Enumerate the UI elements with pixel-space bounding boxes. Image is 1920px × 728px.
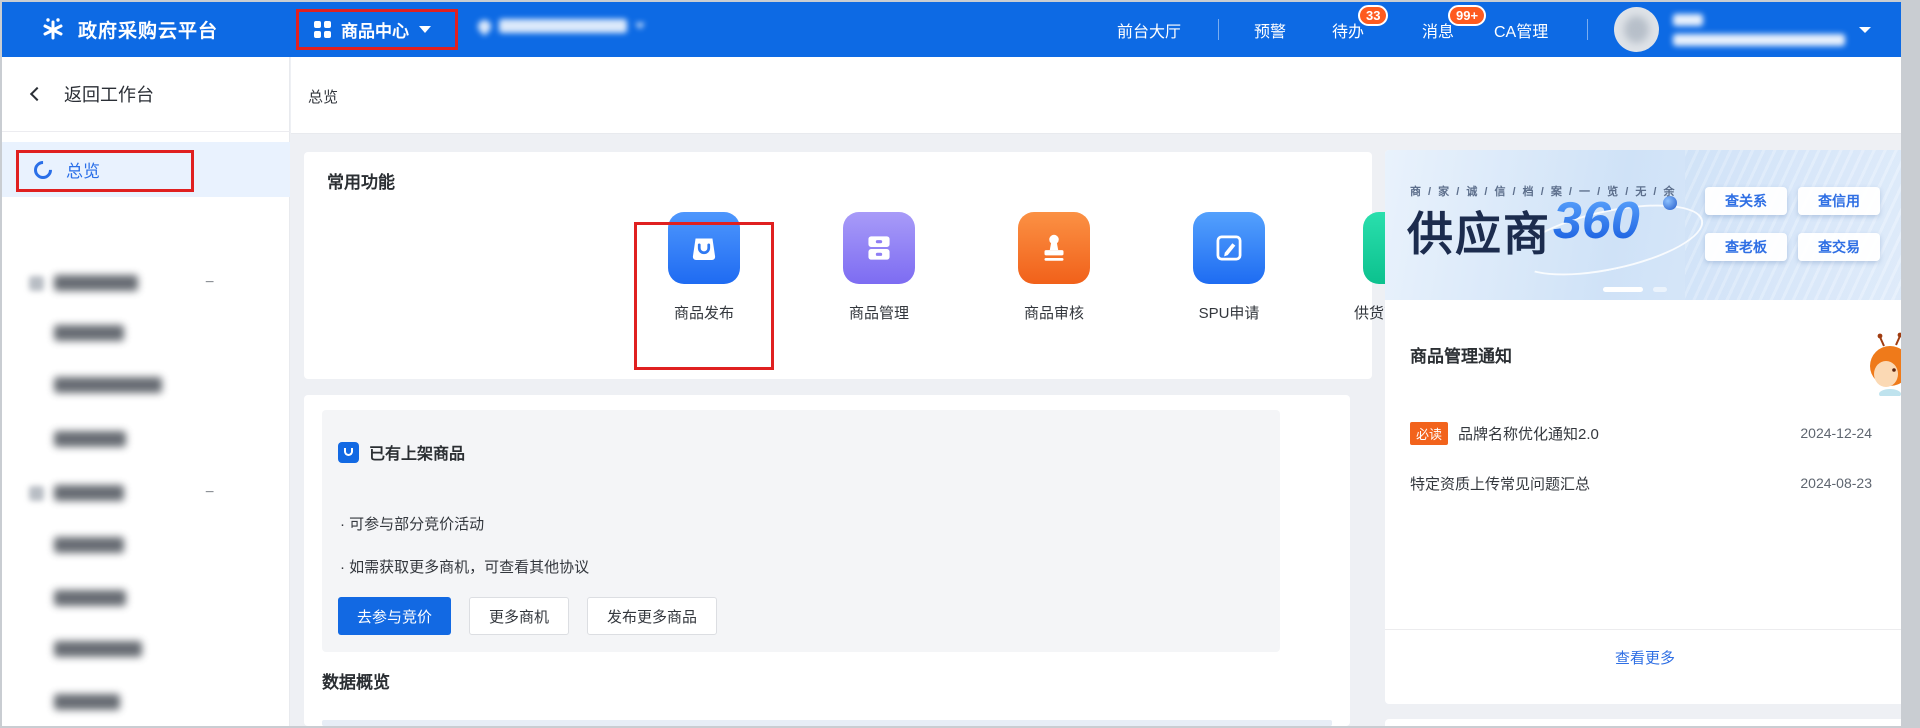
divider bbox=[2, 131, 290, 132]
nav-front-hall[interactable]: 前台大厅 bbox=[1117, 2, 1181, 57]
next-card-peek bbox=[1385, 719, 1901, 726]
todo-count-badge: 33 bbox=[1358, 5, 1388, 26]
location-pin-icon bbox=[475, 17, 493, 35]
brand-title: 政府采购云平台 bbox=[78, 16, 218, 43]
more-opportunities-button[interactable]: 更多商机 bbox=[469, 597, 569, 635]
tile-product-review[interactable]: 商品审核 bbox=[979, 212, 1129, 323]
breadcrumb: 总览 bbox=[308, 86, 338, 107]
chevron-left-icon bbox=[30, 87, 44, 101]
zcy-logo-icon bbox=[40, 17, 66, 43]
tile-product-publish[interactable]: 商品发布 bbox=[629, 212, 779, 323]
sidebar-item-redacted[interactable] bbox=[2, 374, 290, 396]
carousel-dot-active[interactable] bbox=[1603, 287, 1643, 292]
banner-headline: 供应商360 bbox=[1407, 198, 1640, 264]
sidebar-item-label: 总览 bbox=[66, 157, 100, 182]
notice-item[interactable]: 必读 品牌名称优化通知2.0 2024-12-24 bbox=[1410, 421, 1872, 445]
stamp-icon bbox=[1035, 229, 1073, 267]
bag-icon bbox=[338, 442, 359, 463]
sidebar-item-redacted[interactable] bbox=[2, 691, 290, 713]
publish-more-products-button[interactable]: 发布更多商品 bbox=[587, 597, 717, 635]
sidebar-item-redacted[interactable] bbox=[2, 638, 290, 660]
user-menu[interactable] bbox=[1614, 7, 1871, 52]
sidebar-item-redacted[interactable] bbox=[2, 428, 290, 450]
panel-bullet: · 可参与部分竞价活动 bbox=[340, 513, 484, 534]
panel-title: 已有上架商品 bbox=[369, 440, 465, 464]
pencil-icon bbox=[1210, 229, 1248, 267]
sidebar-item-redacted[interactable] bbox=[2, 587, 290, 609]
sidebar-item-redacted[interactable] bbox=[2, 322, 290, 344]
mascot-icon bbox=[1870, 332, 1901, 396]
messages-count-badge: 99+ bbox=[1448, 5, 1486, 26]
chevron-down-icon bbox=[635, 23, 645, 29]
bag-icon bbox=[685, 229, 723, 267]
app-switcher-label: 商品中心 bbox=[341, 17, 409, 42]
breadcrumb-bar: 总览 bbox=[291, 57, 1901, 134]
overview-card: 已有上架商品 · 可参与部分竞价活动 · 如需获取更多商机，可查看其他协议 去参… bbox=[304, 395, 1350, 726]
notice-item[interactable]: 特定资质上传常见问题汇总 2024-08-23 bbox=[1410, 471, 1872, 495]
chart-area-peek bbox=[322, 720, 1332, 726]
panel-bullet: · 如需获取更多商机，可查看其他协议 bbox=[340, 556, 589, 577]
sidebar-group-redacted[interactable]: − bbox=[2, 482, 290, 504]
chevron-down-icon bbox=[419, 26, 431, 33]
quick-functions-card: 常用功能 商品发布 bbox=[304, 152, 1372, 379]
check-transactions-button[interactable]: 查交易 bbox=[1798, 233, 1880, 261]
tile-spu-apply[interactable]: SPU申请 bbox=[1154, 212, 1304, 323]
divider bbox=[1385, 629, 1901, 630]
see-more-link[interactable]: 查看更多 bbox=[1385, 647, 1901, 668]
back-to-workbench[interactable]: 返回工作台 bbox=[2, 73, 290, 115]
join-bidding-button[interactable]: 去参与竞价 bbox=[338, 597, 451, 635]
supplier-360-banner[interactable]: 商 / 家 / 诚 / 信 / 档 / 案 / 一 / 览 / 无 / 余 供应… bbox=[1385, 150, 1901, 300]
nav-warning[interactable]: 预警 bbox=[1254, 2, 1286, 57]
notices-title: 商品管理通知 bbox=[1410, 342, 1512, 367]
tile-product-management[interactable]: 商品管理 bbox=[804, 212, 954, 323]
avatar bbox=[1614, 7, 1659, 52]
app-switcher-product-center[interactable]: 商品中心 bbox=[296, 9, 458, 50]
nav-ca-management[interactable]: CA管理 bbox=[1494, 2, 1548, 57]
sidebar-item-overview[interactable]: 总览 bbox=[2, 142, 290, 197]
nav-divider bbox=[1218, 19, 1219, 40]
drawers-icon bbox=[860, 229, 898, 267]
notice-date: 2024-08-23 bbox=[1800, 475, 1872, 491]
back-label: 返回工作台 bbox=[64, 81, 154, 107]
carousel-dot[interactable] bbox=[1653, 287, 1667, 292]
check-credit-button[interactable]: 查信用 bbox=[1798, 187, 1880, 215]
check-boss-button[interactable]: 查老板 bbox=[1705, 233, 1787, 261]
sidebar-group-redacted[interactable]: − bbox=[2, 272, 290, 294]
region-selector-redacted[interactable] bbox=[478, 19, 645, 33]
data-overview-title: 数据概览 bbox=[322, 668, 390, 693]
sidebar-item-redacted[interactable] bbox=[2, 534, 290, 556]
check-relations-button[interactable]: 查关系 bbox=[1705, 187, 1787, 215]
section-title: 常用功能 bbox=[327, 168, 395, 193]
brand: 政府采购云平台 bbox=[40, 2, 218, 57]
username-redacted bbox=[1673, 14, 1845, 46]
grid-apps-icon bbox=[314, 21, 331, 38]
chevron-down-icon bbox=[1859, 27, 1871, 33]
notice-date: 2024-12-24 bbox=[1800, 425, 1872, 441]
globe-icon bbox=[1663, 196, 1677, 210]
nav-divider bbox=[1587, 19, 1588, 40]
listed-products-panel: 已有上架商品 · 可参与部分竞价活动 · 如需获取更多商机，可查看其他协议 去参… bbox=[322, 410, 1280, 652]
app-window: 政府采购云平台 商品中心 前台大厅 预警 待办 33 消息 99+ CA管理 bbox=[2, 2, 1901, 726]
overview-icon bbox=[30, 157, 55, 182]
redacted-text bbox=[499, 19, 627, 33]
top-header: 政府采购云平台 商品中心 前台大厅 预警 待办 33 消息 99+ CA管理 bbox=[2, 2, 1901, 57]
right-panel-card: 商 / 家 / 诚 / 信 / 档 / 案 / 一 / 览 / 无 / 余 供应… bbox=[1385, 150, 1901, 704]
quick-function-tiles: 商品发布 商品管理 bbox=[304, 212, 1372, 372]
carousel-dots[interactable] bbox=[1603, 287, 1667, 292]
sidebar: 返回工作台 总览 − − bbox=[2, 57, 290, 726]
must-read-badge: 必读 bbox=[1410, 422, 1448, 445]
